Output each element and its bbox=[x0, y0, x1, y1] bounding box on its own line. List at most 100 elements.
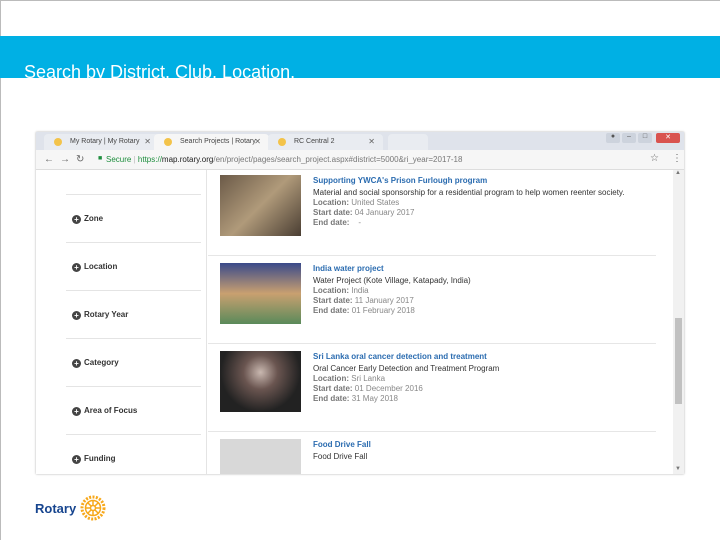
project-item: India water project Water Project (Kote … bbox=[208, 256, 656, 344]
reload-icon[interactable]: ↻ bbox=[76, 154, 84, 165]
project-image[interactable] bbox=[220, 351, 301, 412]
tab-bar: My Rotary | My Rotary ✕ Search Projects |… bbox=[36, 132, 684, 150]
browser-screenshot: My Rotary | My Rotary ✕ Search Projects |… bbox=[36, 132, 684, 474]
filter-location[interactable]: + Location bbox=[66, 242, 201, 290]
close-icon[interactable]: ✕ bbox=[144, 137, 151, 146]
maximize-icon[interactable]: □ bbox=[638, 133, 652, 143]
filter-area-of-focus[interactable]: + Area of Focus bbox=[66, 386, 201, 434]
filter-label: Area of Focus bbox=[84, 406, 138, 415]
new-tab-button[interactable] bbox=[388, 134, 428, 150]
url-host: map.rotary.org bbox=[161, 155, 214, 164]
project-title-link[interactable]: Food Drive Fall bbox=[313, 440, 371, 449]
project-start: 11 January 2017 bbox=[354, 296, 414, 305]
project-end: - bbox=[358, 218, 362, 227]
scrollbar-thumb[interactable] bbox=[675, 318, 682, 404]
title-banner: Search by District, Club, Location. bbox=[0, 36, 720, 78]
project-item: Supporting YWCA's Prison Furlough progra… bbox=[208, 168, 656, 256]
project-item: Food Drive Fall Food Drive Fall bbox=[208, 432, 656, 474]
secure-label: Secure bbox=[106, 155, 132, 164]
url-input[interactable]: ■ Secure | https://map.rotary.org/en/pro… bbox=[96, 153, 664, 167]
project-item: Sri Lanka oral cancer detection and trea… bbox=[208, 344, 656, 432]
project-details: Oral Cancer Early Detection and Treatmen… bbox=[313, 364, 643, 404]
project-title-link[interactable]: Sri Lanka oral cancer detection and trea… bbox=[313, 352, 487, 361]
project-end: 01 February 2018 bbox=[351, 306, 415, 315]
project-location: Sri Lanka bbox=[351, 374, 386, 383]
project-title-link[interactable]: Supporting YWCA's Prison Furlough progra… bbox=[313, 176, 487, 185]
project-title-link[interactable]: India water project bbox=[313, 264, 384, 273]
favicon-icon bbox=[54, 138, 62, 146]
filter-label: Funding bbox=[84, 454, 116, 463]
project-location: India bbox=[351, 286, 369, 295]
favicon-icon bbox=[164, 138, 172, 146]
location-label: Location: bbox=[313, 198, 349, 207]
project-image[interactable] bbox=[220, 175, 301, 236]
project-location: United States bbox=[351, 198, 400, 207]
forward-icon[interactable]: → bbox=[60, 154, 70, 165]
end-label: End date: bbox=[313, 218, 350, 227]
favicon-icon bbox=[278, 138, 286, 146]
scroll-down-icon[interactable]: ▼ bbox=[675, 466, 681, 472]
url-path: /en/project/pages/search_project.aspx#di… bbox=[213, 155, 463, 164]
filter-label: Zone bbox=[84, 214, 104, 223]
slide-border bbox=[0, 0, 720, 1]
tab-my-rotary[interactable]: My Rotary | My Rotary ✕ bbox=[44, 134, 159, 150]
slide-title: Search by District, Club, Location. bbox=[24, 62, 296, 78]
page-scrollbar[interactable]: ▲ ▼ bbox=[673, 170, 684, 474]
minimize-icon[interactable]: – bbox=[622, 133, 636, 143]
project-details: Water Project (Kote Village, Katapady, I… bbox=[313, 276, 643, 316]
project-description: Material and social sponsorship for a re… bbox=[313, 188, 625, 197]
close-icon[interactable]: ✕ bbox=[368, 137, 375, 146]
start-label: Start date: bbox=[313, 296, 353, 305]
location-label: Location: bbox=[313, 374, 349, 383]
lock-icon: ■ bbox=[98, 155, 103, 162]
menu-icon[interactable]: ⋮ bbox=[672, 153, 682, 164]
project-list: Supporting YWCA's Prison Furlough progra… bbox=[208, 170, 656, 474]
filter-rotary-year[interactable]: + Rotary Year bbox=[66, 290, 201, 338]
scroll-up-icon[interactable]: ▲ bbox=[675, 170, 681, 176]
rotary-wheel-icon bbox=[80, 495, 106, 521]
filter-label: Category bbox=[84, 358, 119, 367]
location-label: Location: bbox=[313, 286, 349, 295]
filter-label: Rotary Year bbox=[84, 310, 129, 319]
close-window-icon[interactable]: ✕ bbox=[656, 133, 680, 143]
project-start: 01 December 2016 bbox=[354, 384, 423, 393]
filter-category[interactable]: + Category bbox=[66, 338, 201, 386]
tab-search-projects[interactable]: Search Projects | Rotary ✕ bbox=[154, 134, 269, 150]
end-label: End date: bbox=[313, 306, 350, 315]
start-label: Start date: bbox=[313, 384, 353, 393]
tab-rc-central[interactable]: RC Central 2 ✕ bbox=[268, 134, 383, 150]
project-details: Material and social sponsorship for a re… bbox=[313, 188, 643, 228]
url-scheme: https:// bbox=[137, 155, 162, 164]
project-description: Food Drive Fall bbox=[313, 452, 368, 461]
project-image[interactable] bbox=[220, 439, 301, 474]
user-icon[interactable]: ● bbox=[606, 133, 620, 143]
plus-icon: + bbox=[72, 311, 81, 320]
tab-label: RC Central 2 bbox=[294, 138, 335, 145]
filter-funding[interactable]: + Funding bbox=[66, 434, 201, 474]
plus-icon: + bbox=[72, 407, 81, 416]
filter-zone[interactable]: + Zone bbox=[66, 194, 201, 242]
start-label: Start date: bbox=[313, 208, 353, 217]
project-image[interactable] bbox=[220, 263, 301, 324]
project-details: Food Drive Fall bbox=[313, 452, 643, 462]
project-description: Oral Cancer Early Detection and Treatmen… bbox=[313, 364, 500, 373]
back-icon[interactable]: ← bbox=[44, 154, 54, 165]
logo-text: Rotary bbox=[35, 500, 77, 516]
project-description: Water Project (Kote Village, Katapady, I… bbox=[313, 276, 471, 285]
project-end: 31 May 2018 bbox=[351, 394, 398, 403]
project-start: 04 January 2017 bbox=[354, 208, 415, 217]
plus-icon: + bbox=[72, 455, 81, 464]
end-label: End date: bbox=[313, 394, 350, 403]
plus-icon: + bbox=[72, 215, 81, 224]
close-icon[interactable]: ✕ bbox=[254, 137, 261, 146]
address-bar: ← → ↻ ■ Secure | https://map.rotary.org/… bbox=[36, 150, 684, 170]
page-content: + Zone + Location + Rotary Year + Category +… bbox=[36, 170, 684, 474]
filter-sidebar: + Zone + Location + Rotary Year + Category +… bbox=[66, 170, 207, 474]
tab-label: Search Projects | Rotary bbox=[180, 138, 256, 145]
slide-border bbox=[0, 0, 1, 540]
filter-label: Location bbox=[84, 262, 118, 271]
plus-icon: + bbox=[72, 263, 81, 272]
rotary-logo: Rotary bbox=[35, 495, 106, 521]
star-icon[interactable]: ☆ bbox=[650, 153, 659, 164]
tab-label: My Rotary | My Rotary bbox=[70, 138, 140, 145]
